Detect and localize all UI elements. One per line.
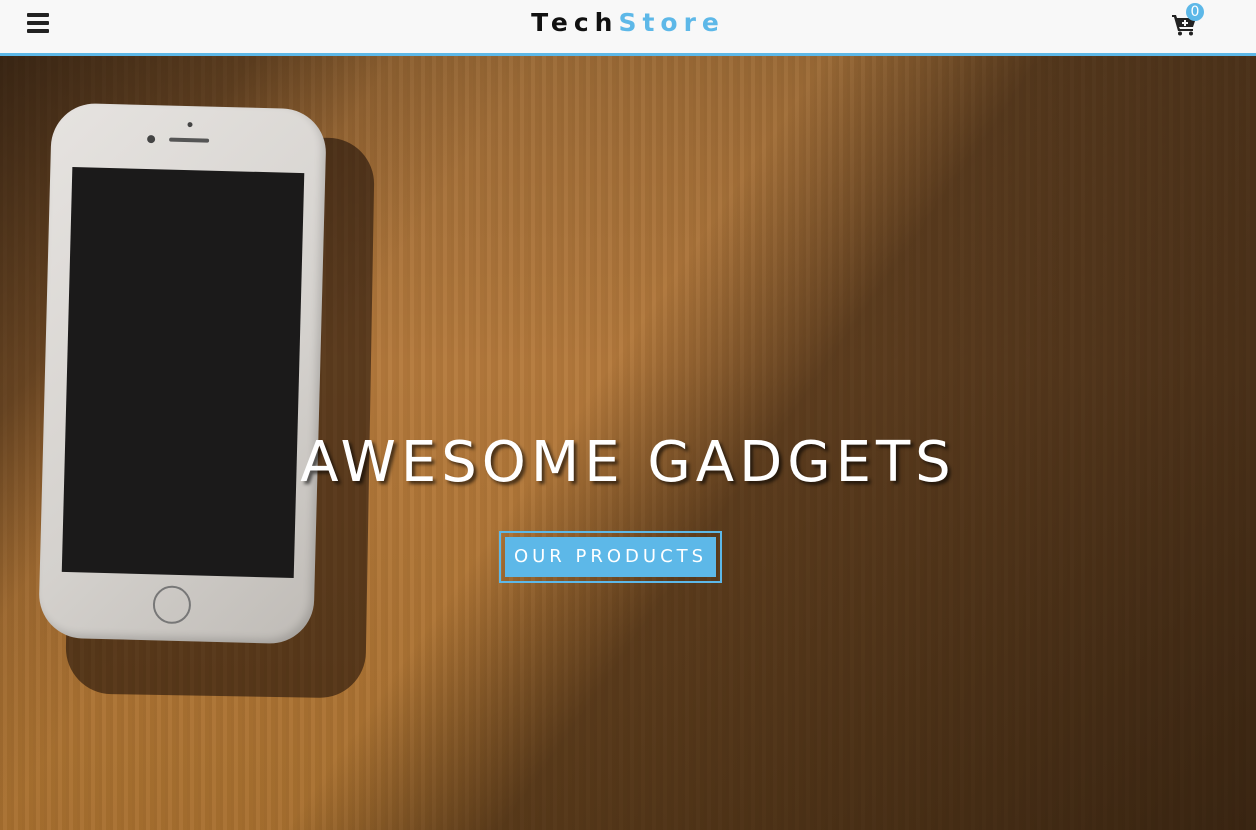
our-products-button[interactable]: OUR PRODUCTS [505, 537, 716, 577]
hero-banner: AWESOME GADGETS OUR PRODUCTS [0, 56, 1256, 830]
brand-name-part1: Tech [531, 8, 619, 37]
phone-home-button [152, 585, 192, 625]
cart-button[interactable]: 0 [1170, 3, 1204, 40]
phone-camera-dot [187, 122, 193, 128]
brand-logo[interactable]: TechStore [0, 8, 1256, 38]
phone-camera [147, 134, 156, 144]
brand-name-part2: Store [618, 8, 725, 37]
navbar: TechStore 0 [0, 0, 1256, 56]
hero-title: AWESOME GADGETS [300, 430, 956, 495]
cta-frame: OUR PRODUCTS [499, 531, 722, 583]
cart-count-badge: 0 [1186, 3, 1204, 21]
phone-speaker [169, 137, 210, 143]
hero-smartphone-image [38, 102, 327, 645]
phone-screen [61, 167, 305, 578]
